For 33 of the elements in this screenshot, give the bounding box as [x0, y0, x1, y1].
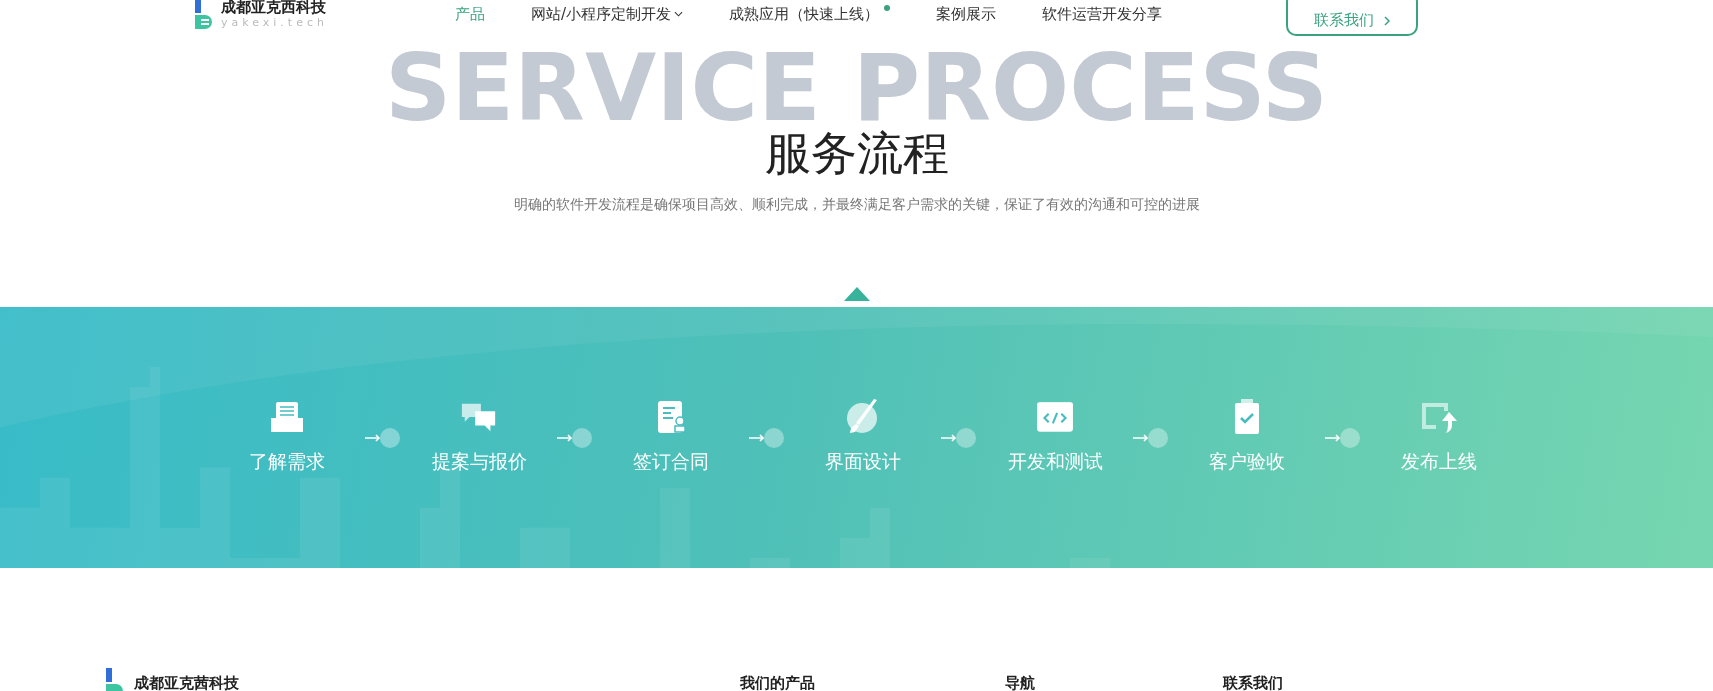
watermark-text: SERVICE PROCESS [385, 50, 1328, 128]
company-name: 成都亚克茜科技 [134, 673, 239, 691]
step-label: 了解需求 [249, 449, 325, 474]
arrow-icon [557, 427, 593, 449]
nav-link[interactable]: 案例展示 [936, 4, 997, 24]
logo-domain: yakexi.tech [221, 16, 328, 30]
step-label: 签订合同 [633, 449, 709, 474]
arrow-icon [941, 427, 977, 449]
step-label: 开发和测试 [1007, 449, 1103, 474]
triangle-icon [843, 287, 870, 301]
arrow-icon [1133, 427, 1169, 449]
nav-link[interactable]: 成熟应用（快速上线） [729, 4, 891, 24]
arrow-icon [1325, 427, 1361, 449]
arrow-icon [749, 427, 785, 449]
status-dot [884, 4, 891, 11]
logo-name: 成都亚克西科技 [221, 0, 327, 16]
code-icon [1036, 399, 1074, 435]
nav-link[interactable]: 软件运营开发分享 [1042, 4, 1163, 24]
step-label: 提案与报价 [431, 449, 527, 474]
footer-heading: 我们的产品 [740, 673, 816, 691]
footer-heading: 联系我们 [1223, 673, 1284, 691]
nav-link[interactable]: 网站/小程序定制开发 [531, 4, 684, 24]
inbox-icon [268, 399, 306, 435]
footer-heading: 导航 [1005, 673, 1036, 691]
chevron-right-icon [1384, 15, 1391, 26]
step-label: 界面设计 [825, 449, 901, 474]
logo-icon [104, 668, 124, 691]
section-subtitle: 明确的软件开发流程是确保项目高效、顺利完成，并最终满足客户需求的关键，保证了有效的沟通和可控的进展 [513, 196, 1200, 214]
step-label: 客户验收 [1209, 449, 1285, 474]
arrow-icon [365, 427, 401, 449]
section-title: 服务流程 [764, 130, 949, 176]
chevron-down-icon [674, 11, 684, 17]
step-label: 发布上线 [1401, 449, 1477, 474]
